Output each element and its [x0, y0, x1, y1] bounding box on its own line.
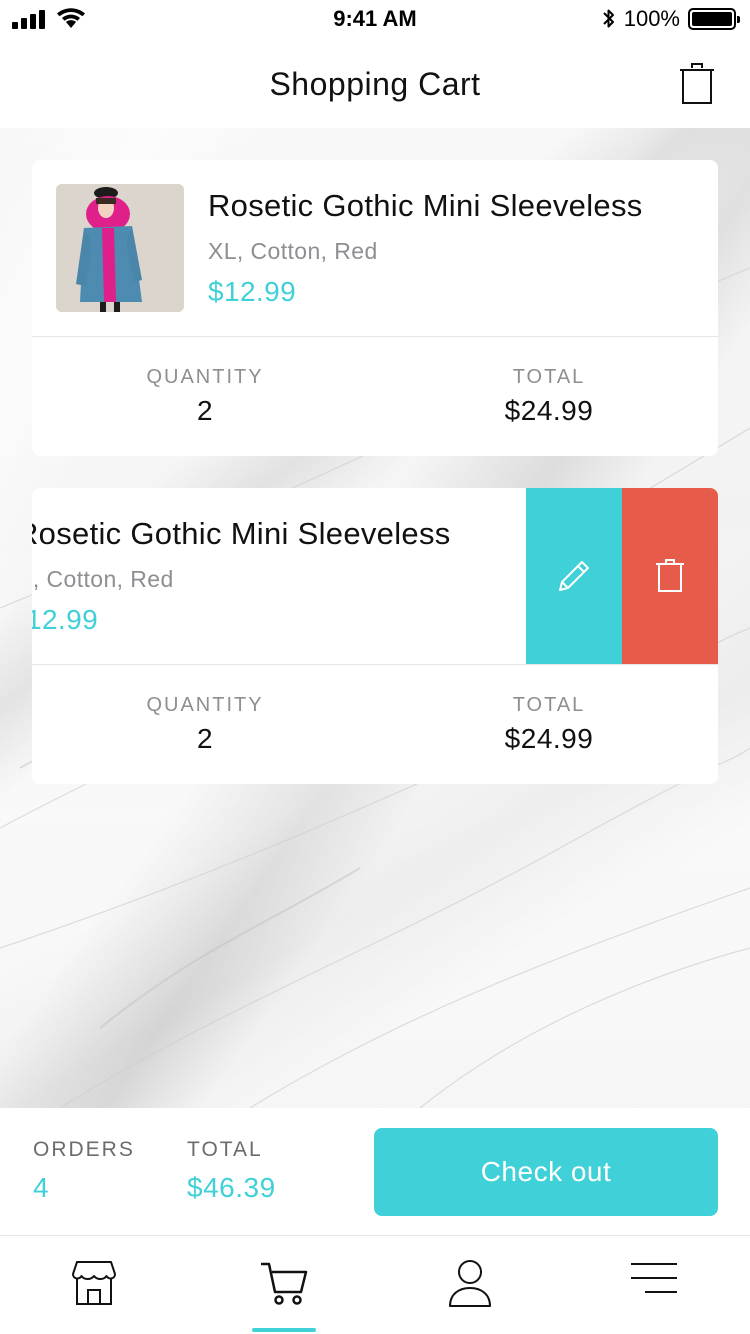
pencil-icon: [559, 561, 589, 591]
cart-icon: [261, 1262, 308, 1305]
product-name: Rosetic Gothic Mini Sleeveless: [208, 188, 643, 223]
quantity-value: 2: [196, 723, 214, 754]
quantity-label: QUANTITY: [146, 694, 264, 716]
product-thumbnail: [56, 184, 184, 312]
tab-bar: [0, 1236, 750, 1334]
total-value: $24.99: [504, 723, 594, 754]
total-label: TOTAL: [512, 694, 586, 716]
divider: [32, 336, 718, 337]
status-right: 100%: [602, 6, 740, 32]
orders-label: ORDERS: [33, 1138, 135, 1161]
page-title: Shopping Cart: [269, 66, 481, 102]
battery-percent: 100%: [623, 6, 680, 31]
product-price: $12.99: [208, 276, 297, 307]
swipe-actions: [526, 488, 718, 664]
orders-value: 4: [33, 1172, 50, 1203]
tab-cart[interactable]: [252, 1258, 316, 1314]
summary-total-value: $46.39: [187, 1172, 276, 1203]
product-price: $12.99: [32, 604, 99, 635]
tab-store[interactable]: [62, 1258, 126, 1314]
quantity-block: QUANTITY 2: [85, 366, 325, 427]
delete-button[interactable]: [622, 488, 718, 664]
total-label: TOTAL: [512, 366, 586, 388]
tab-menu[interactable]: [622, 1258, 686, 1314]
total-block: TOTAL $24.99: [429, 694, 669, 755]
total-block: TOTAL $24.99: [429, 366, 669, 427]
bluetooth-icon: [603, 9, 614, 28]
trash-icon[interactable]: [678, 62, 716, 106]
divider: [32, 664, 718, 665]
cart-item-card[interactable]: Rosetic Gothic Mini Sleeveless XL, Cotto…: [32, 160, 718, 456]
cart-item-details[interactable]: Rosetic Gothic Mini Sleeveless XL, Cotto…: [32, 160, 718, 336]
menu-icon: [631, 1263, 677, 1293]
checkout-button[interactable]: Check out: [374, 1128, 718, 1216]
battery-icon: [688, 8, 740, 30]
quantity-block: QUANTITY 2: [85, 694, 325, 755]
summary-total-label: TOTAL: [187, 1138, 263, 1161]
order-summary-bar: ORDERS 4 TOTAL $46.39 Check out: [0, 1108, 750, 1236]
product-variant: XL, Cotton, Red: [32, 566, 174, 592]
active-tab-indicator: [252, 1328, 316, 1332]
quantity-value: 2: [196, 395, 214, 426]
total-summary: TOTAL $46.39: [187, 1138, 276, 1204]
user-icon: [449, 1260, 491, 1307]
product-name: Rosetic Gothic Mini Sleeveless: [32, 516, 451, 551]
orders-summary: ORDERS 4: [33, 1138, 135, 1204]
store-icon: [72, 1261, 116, 1305]
total-value: $24.99: [504, 395, 594, 426]
quantity-label: QUANTITY: [146, 366, 264, 388]
status-bar: 9:41 AM 100%: [0, 0, 750, 40]
navigation-bar: Shopping Cart: [0, 40, 750, 128]
product-variant: XL, Cotton, Red: [208, 238, 378, 264]
trash-icon: [656, 559, 684, 592]
cart-item-card-swiped[interactable]: Rosetic Gothic Mini Sleeveless XL, Cotto…: [32, 488, 718, 784]
edit-button[interactable]: [526, 488, 622, 664]
tab-profile[interactable]: [438, 1258, 502, 1314]
